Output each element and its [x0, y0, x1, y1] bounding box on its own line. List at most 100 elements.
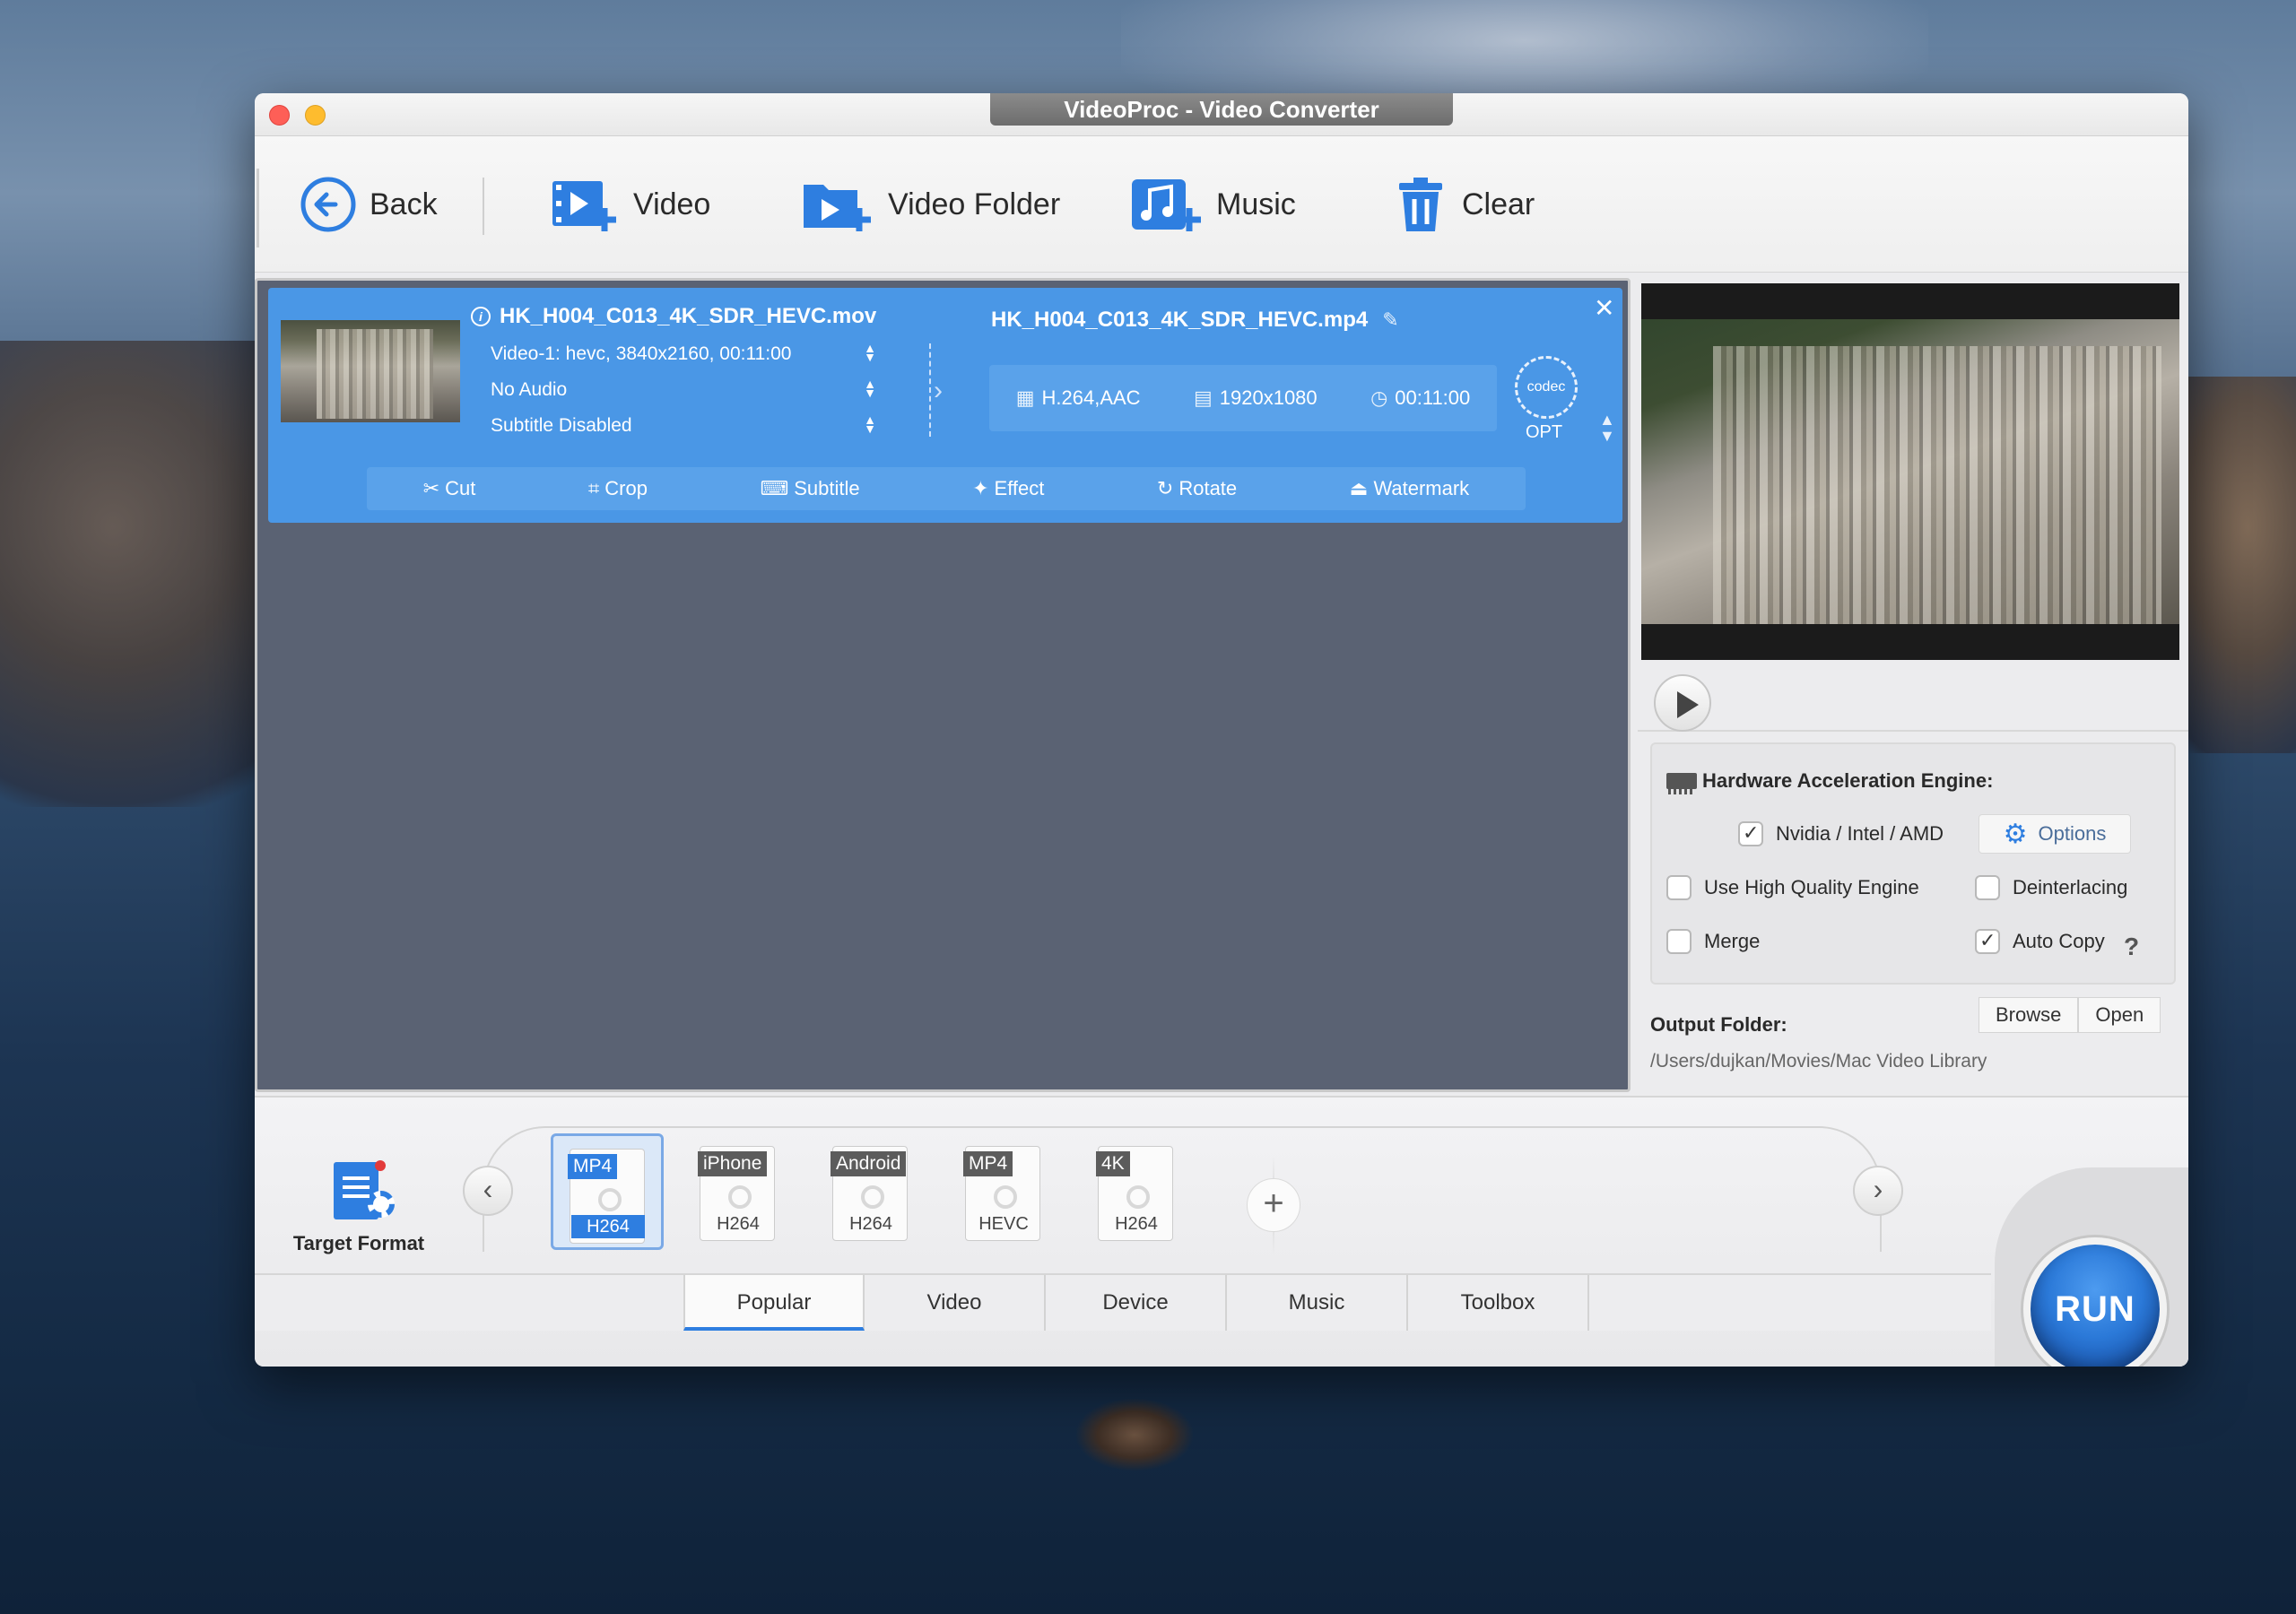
target-format-label: Target Format	[292, 1232, 425, 1254]
minimize-window-button[interactable]	[305, 105, 326, 126]
close-window-button[interactable]	[269, 105, 290, 126]
chip-icon	[1666, 773, 1697, 794]
film-reel-icon	[728, 1185, 752, 1209]
format-container-label: 4K	[1096, 1151, 1130, 1176]
checkbox[interactable]	[1738, 821, 1763, 846]
format-codec-label: H264	[1115, 1214, 1158, 1234]
format-item[interactable]: MP4 H264	[551, 1133, 664, 1250]
hw-title: Hardware Acceleration Engine:	[1666, 769, 1993, 794]
output-codec: ▦ H.264,AAC	[1016, 386, 1141, 410]
open-button[interactable]: Open	[2078, 997, 2161, 1033]
target-format-button[interactable]: Target Format	[287, 1155, 430, 1255]
tab-device[interactable]: Device	[1046, 1275, 1227, 1331]
format-item[interactable]: Android H264	[816, 1133, 929, 1250]
preview-frame	[1641, 319, 2179, 624]
subtitle-track-label: Subtitle Disabled	[491, 415, 632, 436]
options-button[interactable]: ⚙ Options	[1979, 814, 2131, 854]
video-thumbnail[interactable]	[281, 320, 460, 422]
subtitle-label: Subtitle	[794, 477, 860, 499]
deinterlacing-label: Deinterlacing	[2013, 876, 2128, 898]
watermark-button[interactable]: ⏏ Watermark	[1350, 477, 1470, 500]
video-preview[interactable]	[1641, 283, 2179, 660]
cut-button[interactable]: ✂ Cut	[423, 477, 476, 500]
carousel-next-button[interactable]: ›	[1853, 1166, 1903, 1216]
tab-popular[interactable]: Popular	[683, 1275, 865, 1331]
subtitle-track-selector[interactable]: Subtitle Disabled ▲ ▼	[491, 413, 876, 437]
effect-button[interactable]: ✦ Effect	[972, 477, 1044, 500]
cut-label: Cut	[445, 477, 476, 499]
video-folder-label: Video Folder	[888, 187, 1061, 221]
desktop-rock	[1076, 1399, 1193, 1471]
output-duration: ◷ 00:11:00	[1370, 386, 1470, 410]
title-bar: VideoProc - Video Converter	[255, 93, 2188, 136]
rotate-button[interactable]: ↻ Rotate	[1157, 477, 1237, 500]
opt-label: OPT	[1526, 422, 1563, 442]
stepper-icon[interactable]: ▲ ▼	[864, 413, 876, 437]
reorder-arrows-icon[interactable]: ▲ ▼	[1599, 412, 1615, 444]
add-music-button[interactable]: Music	[1128, 136, 1296, 273]
clear-button[interactable]: Clear	[1392, 136, 1535, 273]
clear-label: Clear	[1462, 187, 1535, 221]
film-reel-icon	[1126, 1185, 1150, 1209]
merge-checkbox[interactable]: Merge	[1666, 929, 1760, 954]
format-item[interactable]: 4K H264	[1082, 1133, 1195, 1250]
stepper-icon[interactable]: ▲ ▼	[864, 342, 876, 365]
category-tabs: Popular Video Device Music Toolbox	[683, 1275, 1589, 1332]
tab-music[interactable]: Music	[1227, 1275, 1408, 1331]
effect-label: Effect	[994, 477, 1045, 499]
film-reel-icon	[598, 1188, 622, 1211]
music-label: Music	[1216, 187, 1296, 221]
add-format-button[interactable]: +	[1247, 1178, 1300, 1232]
format-item[interactable]: iPhone H264	[683, 1133, 796, 1250]
carousel-prev-button[interactable]: ‹	[463, 1166, 513, 1216]
add-video-button[interactable]: Video	[549, 136, 710, 273]
codec-options-button[interactable]: codec	[1515, 356, 1578, 419]
remove-file-icon[interactable]: ✕	[1594, 293, 1614, 323]
deinterlacing-checkbox[interactable]: Deinterlacing	[1975, 875, 2127, 900]
stepper-icon[interactable]: ▲ ▼	[864, 377, 876, 401]
playback-controls	[1638, 667, 2188, 732]
tab-video[interactable]: Video	[865, 1275, 1046, 1331]
tab-toolbox[interactable]: Toolbox	[1408, 1275, 1589, 1331]
auto-copy-checkbox[interactable]: Auto Copy	[1975, 929, 2105, 954]
info-icon[interactable]: i	[471, 307, 491, 326]
toolbar-edge	[257, 169, 259, 247]
checkbox[interactable]	[1975, 929, 2000, 954]
file-list-pane: i HK_H004_C013_4K_SDR_HEVC.mov Video-1: …	[255, 278, 1631, 1092]
chevron-right-icon: ›	[934, 376, 943, 405]
pencil-icon[interactable]: ✎	[1382, 308, 1398, 332]
gear-icon: ⚙	[2003, 819, 2028, 849]
output-duration-value: 00:11:00	[1395, 386, 1471, 409]
output-filename: HK_H004_C013_4K_SDR_HEVC.mp4	[991, 308, 1369, 332]
format-container-label: Android	[831, 1151, 907, 1176]
source-filename: HK_H004_C013_4K_SDR_HEVC.mov	[500, 304, 877, 328]
checkbox[interactable]	[1666, 929, 1692, 954]
play-button[interactable]	[1654, 674, 1711, 732]
checkbox[interactable]	[1666, 875, 1692, 900]
video-track-selector[interactable]: Video-1: hevc, 3840x2160, 00:11:00 ▲ ▼	[491, 342, 876, 365]
format-item[interactable]: MP4 HEVC	[949, 1133, 1062, 1250]
edit-toolbar: ✂ Cut ⌗ Crop ⌨ Subtitle ✦ Effect ↻ Rotate ⏏ Wa…	[367, 467, 1526, 510]
back-label: Back	[370, 187, 438, 221]
output-codec-value: H.264,AAC	[1041, 386, 1141, 409]
checkbox[interactable]	[1975, 875, 2000, 900]
hardware-acceleration-panel: Hardware Acceleration Engine: Nvidia / I…	[1650, 742, 2176, 985]
nvidia-checkbox[interactable]: Nvidia / Intel / AMD	[1738, 821, 1944, 846]
source-info: i HK_H004_C013_4K_SDR_HEVC.mov Video-1: …	[471, 304, 876, 437]
format-container-label: MP4	[963, 1151, 1013, 1176]
back-button[interactable]: Back	[300, 136, 438, 273]
audio-track-label: No Audio	[491, 379, 568, 400]
file-item-card[interactable]: i HK_H004_C013_4K_SDR_HEVC.mov Video-1: …	[268, 288, 1622, 523]
format-container-label: iPhone	[698, 1151, 768, 1176]
crop-button[interactable]: ⌗ Crop	[588, 477, 648, 500]
audio-track-selector[interactable]: No Audio ▲ ▼	[491, 377, 876, 401]
preview-letterbox-top	[1641, 283, 2179, 319]
help-icon[interactable]: ?	[2124, 933, 2139, 961]
browse-button[interactable]: Browse	[1979, 997, 2079, 1033]
high-quality-checkbox[interactable]: Use High Quality Engine	[1666, 875, 1919, 900]
keyboard-icon: ⌨	[760, 477, 789, 499]
nvidia-label: Nvidia / Intel / AMD	[1776, 822, 1944, 845]
subtitle-button[interactable]: ⌨ Subtitle	[760, 477, 859, 500]
add-video-folder-button[interactable]: Video Folder	[800, 136, 1060, 273]
auto-copy-label: Auto Copy	[2013, 930, 2105, 952]
